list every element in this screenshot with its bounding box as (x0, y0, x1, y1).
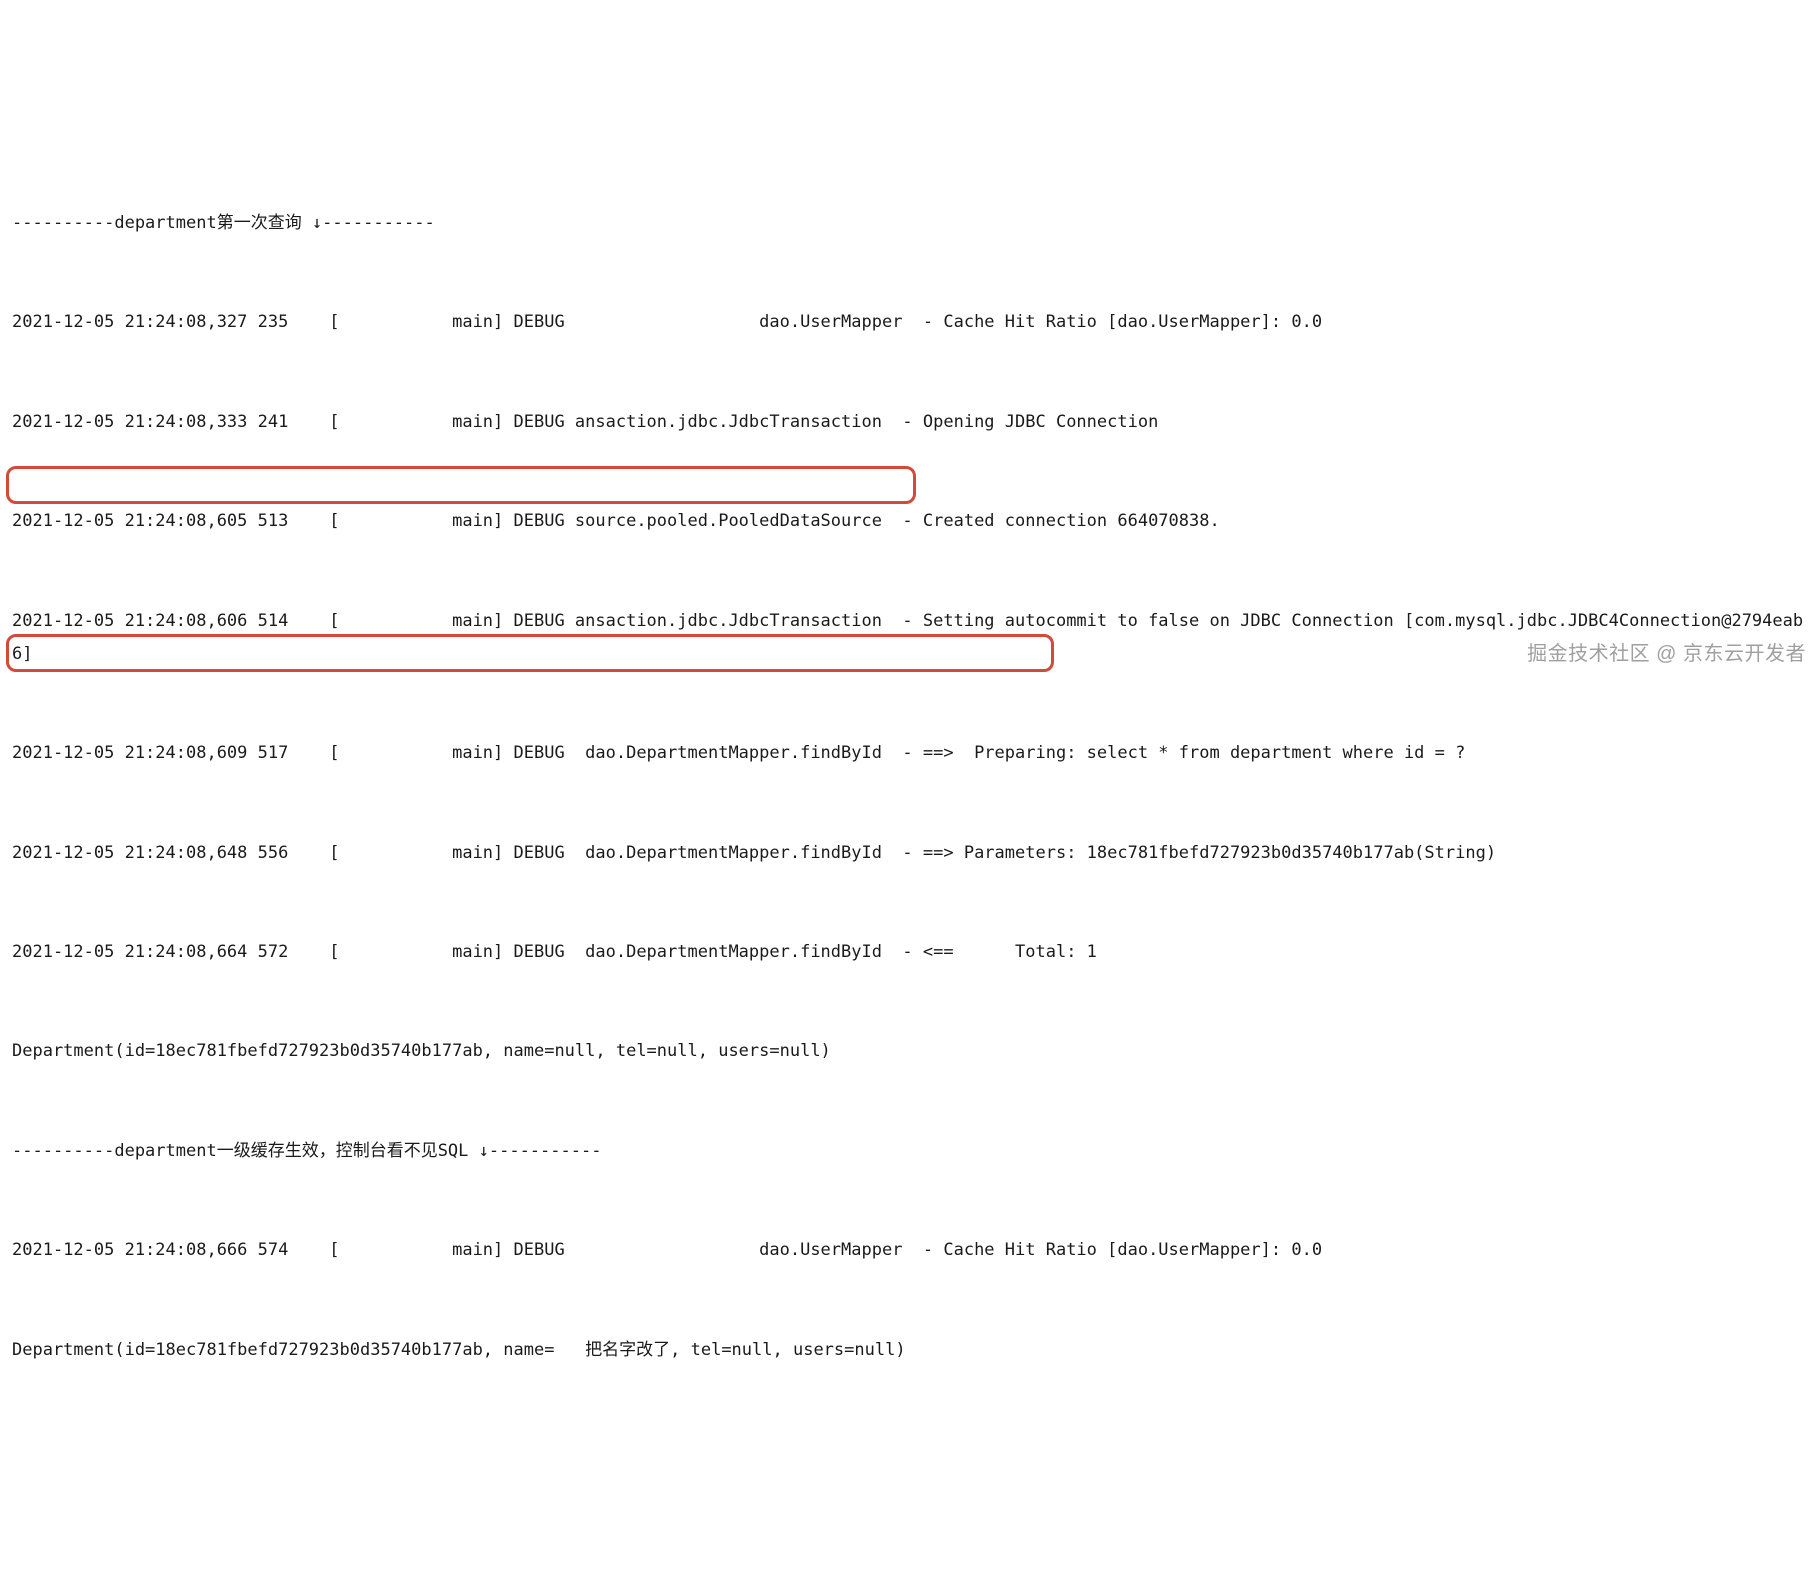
log-line: 2021-12-05 21:24:08,606 514 [ main] DEBU… (12, 605, 1808, 671)
log-line: 2021-12-05 21:24:08,648 556 [ main] DEBU… (12, 837, 1808, 870)
log-line: 2021-12-05 21:24:08,333 241 [ main] DEBU… (12, 406, 1808, 439)
log-line-highlight: Department(id=18ec781fbefd727923b0d35740… (12, 1035, 1808, 1068)
log-line: ----------department一级缓存生效，控制台看不见SQL ↓--… (12, 1135, 1808, 1168)
log-line: 2021-12-05 21:24:08,605 513 [ main] DEBU… (12, 505, 1808, 538)
log-line: 2021-12-05 21:24:08,327 235 [ main] DEBU… (12, 306, 1808, 339)
log-line-highlight: Department(id=18ec781fbefd727923b0d35740… (12, 1334, 1808, 1367)
log-line: 2021-12-05 21:24:08,664 572 [ main] DEBU… (12, 936, 1808, 969)
log-output: ----------department第一次查询 ↓----------- 2… (12, 141, 1808, 1400)
log-line: 2021-12-05 21:24:08,666 574 [ main] DEBU… (12, 1234, 1808, 1267)
log-line: 2021-12-05 21:24:08,609 517 [ main] DEBU… (12, 737, 1808, 770)
log-line: ----------department第一次查询 ↓----------- (12, 207, 1808, 240)
